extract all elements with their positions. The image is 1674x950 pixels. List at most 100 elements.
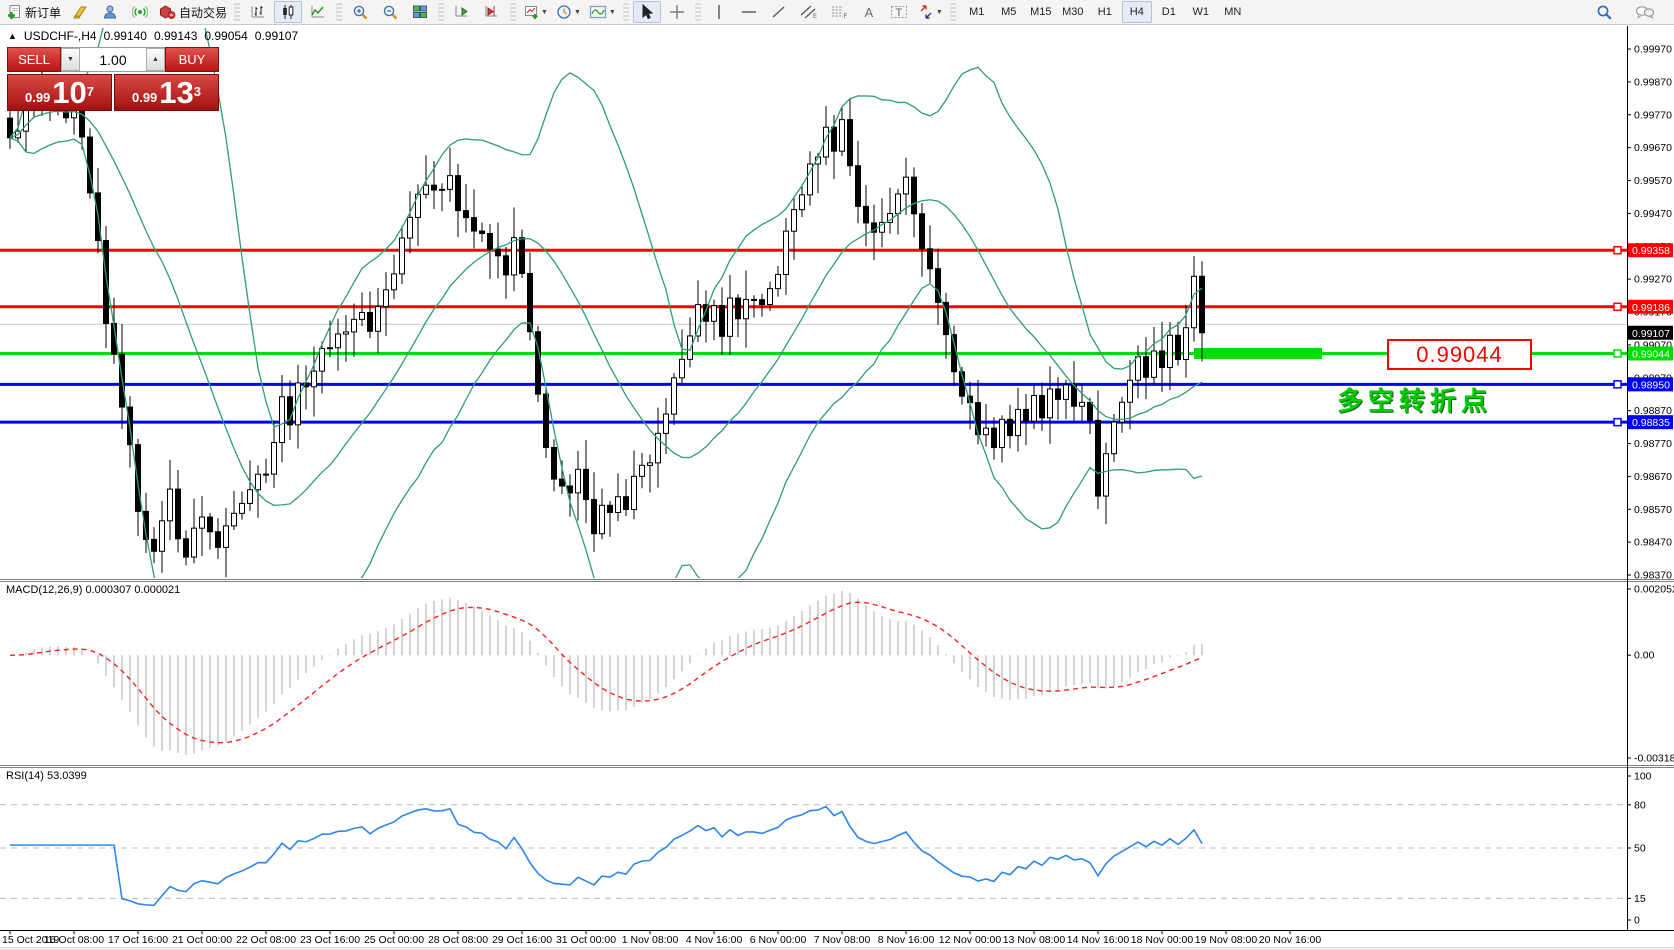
pivot-price-callout: 0.99044 xyxy=(1387,339,1532,370)
timeframe-h1-button[interactable]: H1 xyxy=(1090,1,1120,23)
new-order-button[interactable]: 新订单 xyxy=(3,1,64,23)
bar-low-value: 0.99054 xyxy=(204,29,247,43)
svg-text:31 Oct 00:00: 31 Oct 00:00 xyxy=(556,934,616,946)
sell-price-quote[interactable]: 0.99 10 7 xyxy=(7,74,112,111)
buy-button[interactable]: BUY xyxy=(165,47,219,72)
timeframe-m1-button[interactable]: M1 xyxy=(962,1,992,23)
autotrading-button[interactable]: 自动交易 xyxy=(156,1,230,23)
arrows-button[interactable]: ▼ xyxy=(915,1,946,23)
chart-area[interactable]: 0.99970 0.99870 0.99770 0.99670 0.99570 0.994… xyxy=(0,26,1674,950)
chevron-down-icon: ▼ xyxy=(936,9,943,16)
crosshair-button[interactable] xyxy=(663,1,691,23)
svg-text:0.99470: 0.99470 xyxy=(1634,208,1672,220)
timeframe-h4-button[interactable]: H4 xyxy=(1122,1,1152,23)
svg-text:80: 80 xyxy=(1634,799,1646,811)
chart-shift-icon xyxy=(484,4,500,20)
svg-text:1 Nov 08:00: 1 Nov 08:00 xyxy=(622,934,679,946)
zoom-in-button[interactable] xyxy=(346,1,374,23)
svg-text:0.99570: 0.99570 xyxy=(1634,175,1672,187)
trendline-icon xyxy=(771,4,787,20)
trendline-button[interactable] xyxy=(765,1,793,23)
buy-price-quote[interactable]: 0.99 13 3 xyxy=(114,74,219,111)
chart-shift-button[interactable] xyxy=(478,1,506,23)
timeframe-mn-button[interactable]: MN xyxy=(1218,1,1248,23)
sell-button[interactable]: SELL xyxy=(7,47,61,72)
collapse-arrow-icon[interactable]: ▲ xyxy=(8,31,17,41)
toolbar-grip xyxy=(950,3,956,21)
line-chart-button[interactable] xyxy=(304,1,332,23)
signals-icon xyxy=(132,4,148,20)
svg-text:0.99770: 0.99770 xyxy=(1634,109,1672,121)
new-chart-button[interactable]: ▼ xyxy=(520,1,551,23)
buy-price-sup: 3 xyxy=(194,75,201,109)
timeframe-m5-button[interactable]: M5 xyxy=(994,1,1024,23)
svg-text:0.98470: 0.98470 xyxy=(1634,537,1672,549)
chat-icon xyxy=(1635,4,1655,20)
cursor-button[interactable] xyxy=(633,1,661,23)
timeframe-w1-button[interactable]: W1 xyxy=(1186,1,1216,23)
volume-decrease-button[interactable]: ▼ xyxy=(61,48,80,71)
svg-text:0.00: 0.00 xyxy=(1634,650,1655,662)
tile-windows-button[interactable] xyxy=(406,1,434,23)
search-button[interactable] xyxy=(1590,1,1618,23)
volume-increase-button[interactable]: ▲ xyxy=(146,48,165,71)
signals-button[interactable] xyxy=(126,1,154,23)
svg-text:21 Oct 00:00: 21 Oct 00:00 xyxy=(172,934,232,946)
toolbar-grip xyxy=(623,3,629,21)
toolbar-grip xyxy=(234,3,240,21)
chat-button[interactable] xyxy=(1631,1,1659,23)
indicators-button[interactable]: ▼ xyxy=(586,1,619,23)
clock-icon xyxy=(556,4,572,20)
text-label-button[interactable]: T xyxy=(885,1,913,23)
svg-text:50: 50 xyxy=(1634,843,1646,855)
rsi-indicator-label: RSI(14) 53.0399 xyxy=(6,770,87,782)
vertical-line-icon xyxy=(713,4,725,20)
community-button[interactable] xyxy=(96,1,124,23)
sell-price-big: 10 xyxy=(52,78,86,108)
fibonacci-button[interactable]: F xyxy=(825,1,853,23)
svg-text:23 Oct 16:00: 23 Oct 16:00 xyxy=(300,934,360,946)
zoom-in-icon xyxy=(352,4,369,21)
vertical-line-button[interactable] xyxy=(705,1,733,23)
svg-text:T: T xyxy=(895,7,902,19)
volume-input[interactable]: 1.00 xyxy=(80,48,146,71)
equidistant-channel-button[interactable]: E xyxy=(795,1,823,23)
zoom-out-button[interactable] xyxy=(376,1,404,23)
svg-text:0.98670: 0.98670 xyxy=(1634,471,1672,483)
svg-text:0.99270: 0.99270 xyxy=(1634,274,1672,286)
horizontal-line-button[interactable] xyxy=(735,1,763,23)
timeframe-m15-button[interactable]: M15 xyxy=(1026,1,1056,23)
svg-text:28 Oct 08:00: 28 Oct 08:00 xyxy=(428,934,488,946)
price-chart-canvas[interactable]: 0.99970 0.99870 0.99770 0.99670 0.99570 0.994… xyxy=(0,26,1674,950)
periods-button[interactable]: ▼ xyxy=(553,1,584,23)
auto-scroll-button[interactable] xyxy=(448,1,476,23)
timeframe-m30-button[interactable]: M30 xyxy=(1058,1,1088,23)
autotrading-label: 自动交易 xyxy=(179,4,227,21)
svg-text:0.99670: 0.99670 xyxy=(1634,142,1672,154)
bar-open-value: 0.99140 xyxy=(104,29,147,43)
sell-price-sup: 7 xyxy=(87,75,94,109)
buy-price-small: 0.99 xyxy=(132,88,157,108)
timeframe-d1-button[interactable]: D1 xyxy=(1154,1,1184,23)
metaeditor-button[interactable] xyxy=(66,1,94,23)
arrows-icon xyxy=(918,4,934,20)
text-button[interactable]: A xyxy=(855,1,883,23)
bar-chart-icon xyxy=(250,4,266,20)
svg-text:0.99970: 0.99970 xyxy=(1634,44,1672,56)
new-order-label: 新订单 xyxy=(25,4,61,21)
fibonacci-icon: F xyxy=(830,4,848,20)
new-order-icon xyxy=(6,4,22,20)
turning-point-label: 多空转折点 xyxy=(1337,381,1492,418)
svg-text:0.99870: 0.99870 xyxy=(1634,76,1672,88)
bar-chart-button[interactable] xyxy=(244,1,272,23)
candlestick-chart-button[interactable] xyxy=(274,1,302,23)
text-label-icon: T xyxy=(890,4,908,20)
svg-text:29 Oct 16:00: 29 Oct 16:00 xyxy=(492,934,552,946)
horizontal-line-icon xyxy=(741,6,757,18)
svg-text:7 Nov 08:00: 7 Nov 08:00 xyxy=(814,934,871,946)
svg-text:A: A xyxy=(864,5,873,20)
indicators-icon xyxy=(589,4,607,20)
chevron-down-icon: ▼ xyxy=(609,9,616,16)
svg-text:0.002052: 0.002052 xyxy=(1634,584,1674,596)
svg-text:15: 15 xyxy=(1634,893,1646,905)
